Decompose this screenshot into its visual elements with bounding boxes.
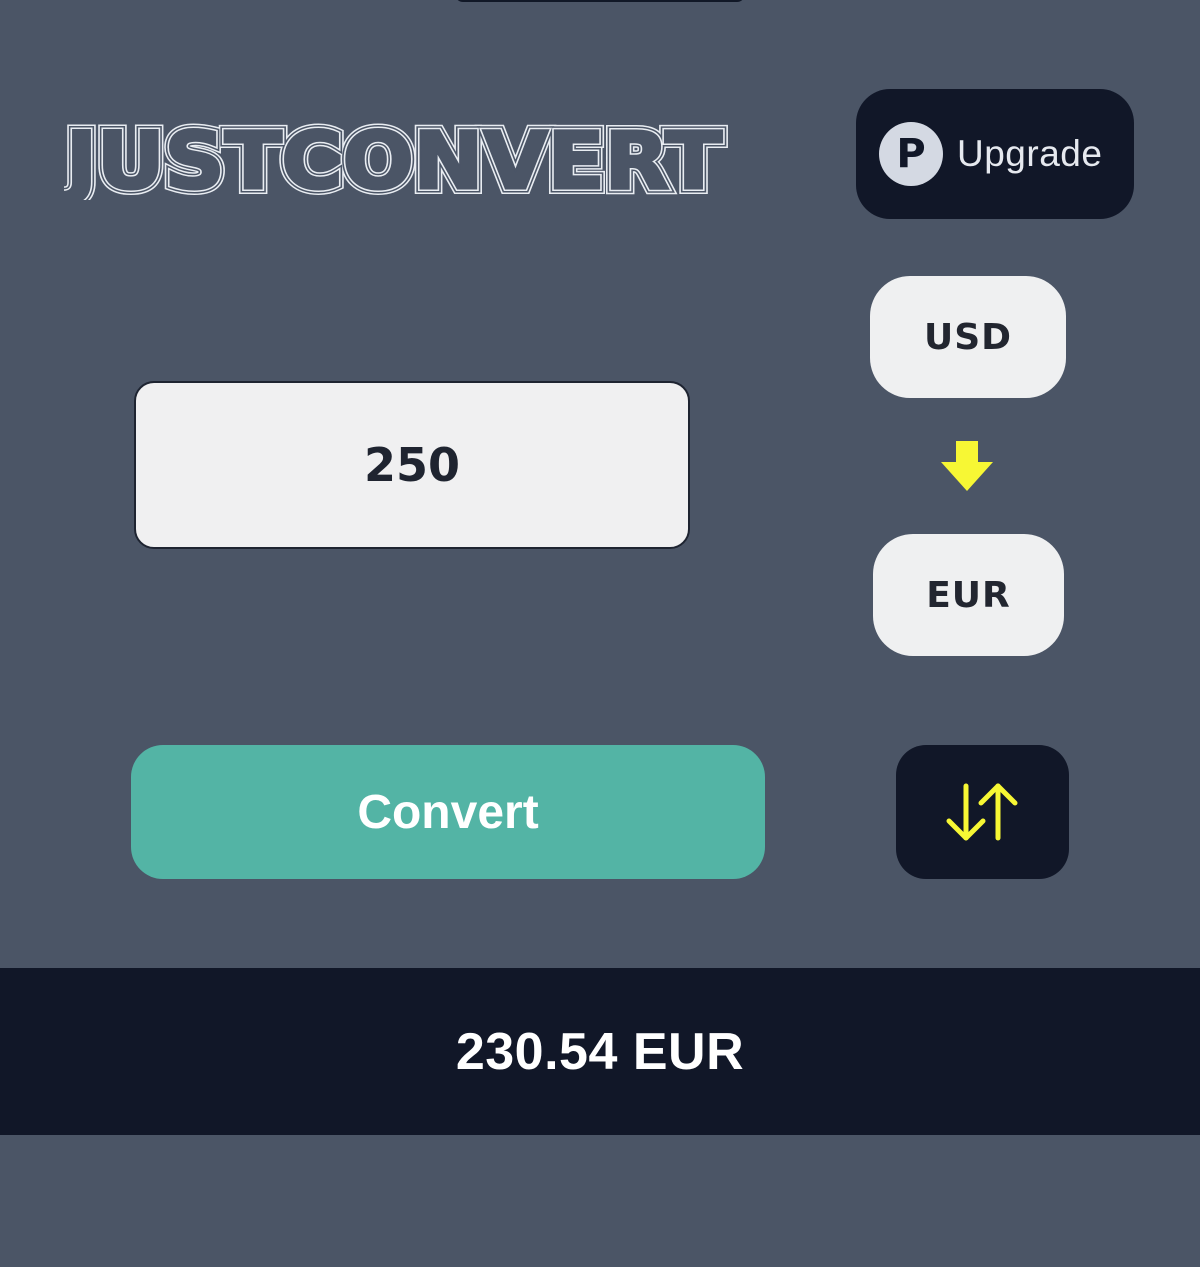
swap-vertical-icon	[946, 783, 1017, 841]
to-currency-button[interactable]: EUR	[873, 534, 1064, 656]
swap-currencies-button[interactable]	[896, 745, 1069, 879]
upgrade-button[interactable]: P Upgrade	[856, 89, 1134, 219]
arrow-down-icon	[941, 441, 993, 491]
result-bar: 230.54 EUR	[0, 968, 1200, 1135]
amount-input[interactable]	[134, 381, 690, 549]
convert-label: Convert	[357, 785, 539, 839]
premium-badge-icon: P	[879, 122, 943, 186]
convert-button[interactable]: Convert	[131, 745, 765, 879]
app-logo: JUSTCONVERT JUSTCONVERT JUSTCONVERT JUST…	[64, 110, 729, 200]
device-notch	[455, 0, 745, 2]
logo-text-core: JUSTCONVERT	[64, 117, 722, 200]
logo-wordmark: JUSTCONVERT JUSTCONVERT JUSTCONVERT JUST…	[64, 111, 728, 200]
to-currency-label: EUR	[926, 574, 1011, 616]
from-currency-label: USD	[923, 316, 1013, 358]
from-currency-button[interactable]: USD	[870, 276, 1066, 398]
upgrade-label: Upgrade	[957, 133, 1103, 174]
conversion-result: 230.54 EUR	[455, 1022, 745, 1081]
